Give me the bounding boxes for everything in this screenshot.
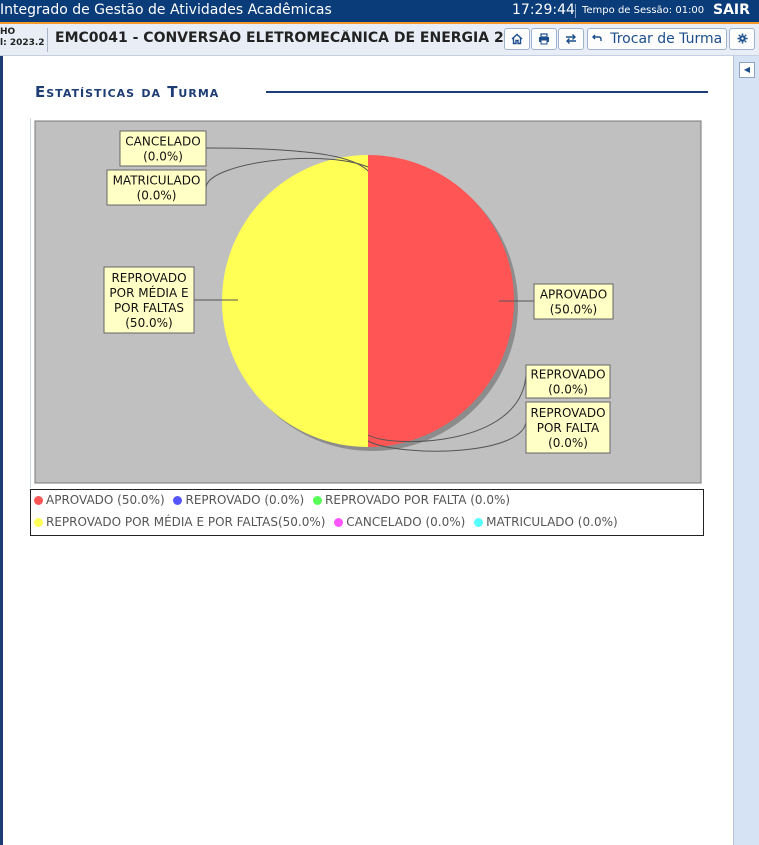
legend-swatch bbox=[34, 518, 43, 527]
legend-item-cancelado: CANCELADO (0.0%) bbox=[334, 515, 465, 529]
pie-label-reprovado-por-media-e-por-faltas: REPROVADOPOR MÉDIA EPOR FALTAS(50.0%) bbox=[103, 266, 195, 334]
legend-item-reprovado-media-faltas: REPROVADO POR MÉDIA E POR FALTAS(50.0%) bbox=[34, 515, 325, 529]
pie-label-aprovado: APROVADO(50.0%) bbox=[533, 283, 614, 320]
legend-swatch bbox=[173, 496, 183, 505]
gear-icon bbox=[736, 33, 748, 44]
home-button[interactable] bbox=[504, 28, 530, 50]
print-button[interactable] bbox=[531, 28, 557, 50]
trocar-turma-label: Trocar de Turma bbox=[610, 31, 723, 47]
legend-item-matriculado: MATRICULADO (0.0%) bbox=[474, 515, 618, 529]
right-side-panel: ◀ bbox=[733, 56, 759, 845]
title-rule bbox=[266, 91, 708, 93]
pie-chart-svg: APROVADO(50.0%)REPROVADO(0.0%)REPROVADOP… bbox=[34, 120, 702, 484]
legend-swatch bbox=[313, 496, 323, 505]
turma-title: EMC0041 - CONVERSÃO ELETROMECÂNICA DE EN… bbox=[55, 30, 503, 46]
pie-label-text: (0.0%) bbox=[137, 189, 177, 203]
pie-label-text: REPROVADO bbox=[111, 271, 186, 285]
legend-label: MATRICULADO (0.0%) bbox=[486, 515, 618, 529]
settings-button[interactable] bbox=[729, 28, 755, 50]
user-info-line1: HO bbox=[0, 27, 16, 37]
pie-label-text: POR MÉDIA E bbox=[109, 285, 188, 300]
pie-label-text: (0.0%) bbox=[143, 150, 183, 164]
topbar-divider bbox=[575, 4, 576, 18]
user-info-line2: l: 2023.2 bbox=[0, 38, 45, 48]
system-name: Integrado de Gestão de Atividades Acadêm… bbox=[0, 2, 332, 18]
pie-label-text: (0.0%) bbox=[548, 383, 588, 397]
pie-label-text: (0.0%) bbox=[548, 436, 588, 450]
legend-label: REPROVADO POR FALTA (0.0%) bbox=[325, 493, 511, 507]
legend-label: APROVADO (50.0%) bbox=[46, 493, 165, 507]
printer-icon bbox=[539, 33, 549, 45]
pie-label-reprovado-por-falta: REPROVADOPOR FALTA(0.0%) bbox=[525, 401, 611, 454]
chart-legend: APROVADO (50.0%) REPROVADO (0.0%) REPROV… bbox=[30, 489, 704, 536]
trocar-turma-button[interactable]: Trocar de Turma bbox=[587, 28, 727, 50]
pie-label-text: REPROVADO bbox=[530, 406, 605, 420]
legend-label: REPROVADO POR MÉDIA E POR FALTAS(50.0%) bbox=[46, 515, 326, 529]
pie-label-text: CANCELADO bbox=[125, 135, 200, 149]
legend-item-aprovado: APROVADO (50.0%) bbox=[34, 493, 165, 507]
pie-label-text: REPROVADO bbox=[530, 368, 605, 382]
swap-arrows-icon bbox=[566, 34, 576, 44]
legend-item-reprovado: REPROVADO (0.0%) bbox=[173, 493, 304, 507]
legend-swatch bbox=[474, 518, 484, 527]
page-title: Estatísticas da Turma bbox=[35, 83, 220, 101]
clock: 17:29:44 bbox=[512, 2, 575, 18]
pie-label-text: (50.0%) bbox=[125, 316, 172, 330]
session-timer: Tempo de Sessão: 01:00 bbox=[582, 5, 705, 16]
turma-header: HO l: 2023.2 EMC0041 - CONVERSÃO ELETROM… bbox=[0, 24, 759, 56]
legend-item-reprovado-por-falta: REPROVADO POR FALTA (0.0%) bbox=[313, 493, 510, 507]
logout-link[interactable]: SAIR bbox=[713, 2, 750, 18]
pie-label-reprovado: REPROVADO(0.0%) bbox=[525, 364, 611, 399]
legend-swatch bbox=[334, 518, 344, 527]
legend-label: REPROVADO (0.0%) bbox=[185, 493, 305, 507]
triangle-left-icon: ◀ bbox=[743, 65, 751, 74]
header-divider bbox=[47, 28, 48, 52]
pie-label-matriculado: MATRICULADO(0.0%) bbox=[106, 169, 207, 206]
collapse-panel-button[interactable]: ◀ bbox=[739, 62, 755, 78]
switch-button[interactable] bbox=[558, 28, 584, 50]
return-arrow-icon bbox=[591, 34, 602, 41]
left-border bbox=[0, 56, 3, 845]
legend-row-1: APROVADO (50.0%) REPROVADO (0.0%) REPROV… bbox=[34, 493, 515, 507]
pie-label-cancelado: CANCELADO(0.0%) bbox=[119, 130, 207, 167]
pie-label-text: APROVADO bbox=[540, 288, 607, 302]
legend-label: CANCELADO (0.0%) bbox=[346, 515, 466, 529]
pie-label-text: MATRICULADO bbox=[113, 174, 201, 188]
home-icon bbox=[511, 33, 523, 45]
pie-label-text: (50.0%) bbox=[550, 303, 597, 317]
pie-label-text: POR FALTAS bbox=[114, 301, 184, 315]
legend-row-2: REPROVADO POR MÉDIA E POR FALTAS(50.0%) … bbox=[34, 515, 623, 529]
legend-swatch bbox=[34, 496, 43, 505]
pie-label-text: POR FALTA bbox=[537, 421, 600, 435]
pie-chart: APROVADO (50.0%) REPROVADO (0.0%) REPROVADO P… bbox=[30, 118, 707, 488]
top-bar: Integrado de Gestão de Atividades Acadêm… bbox=[0, 0, 759, 22]
